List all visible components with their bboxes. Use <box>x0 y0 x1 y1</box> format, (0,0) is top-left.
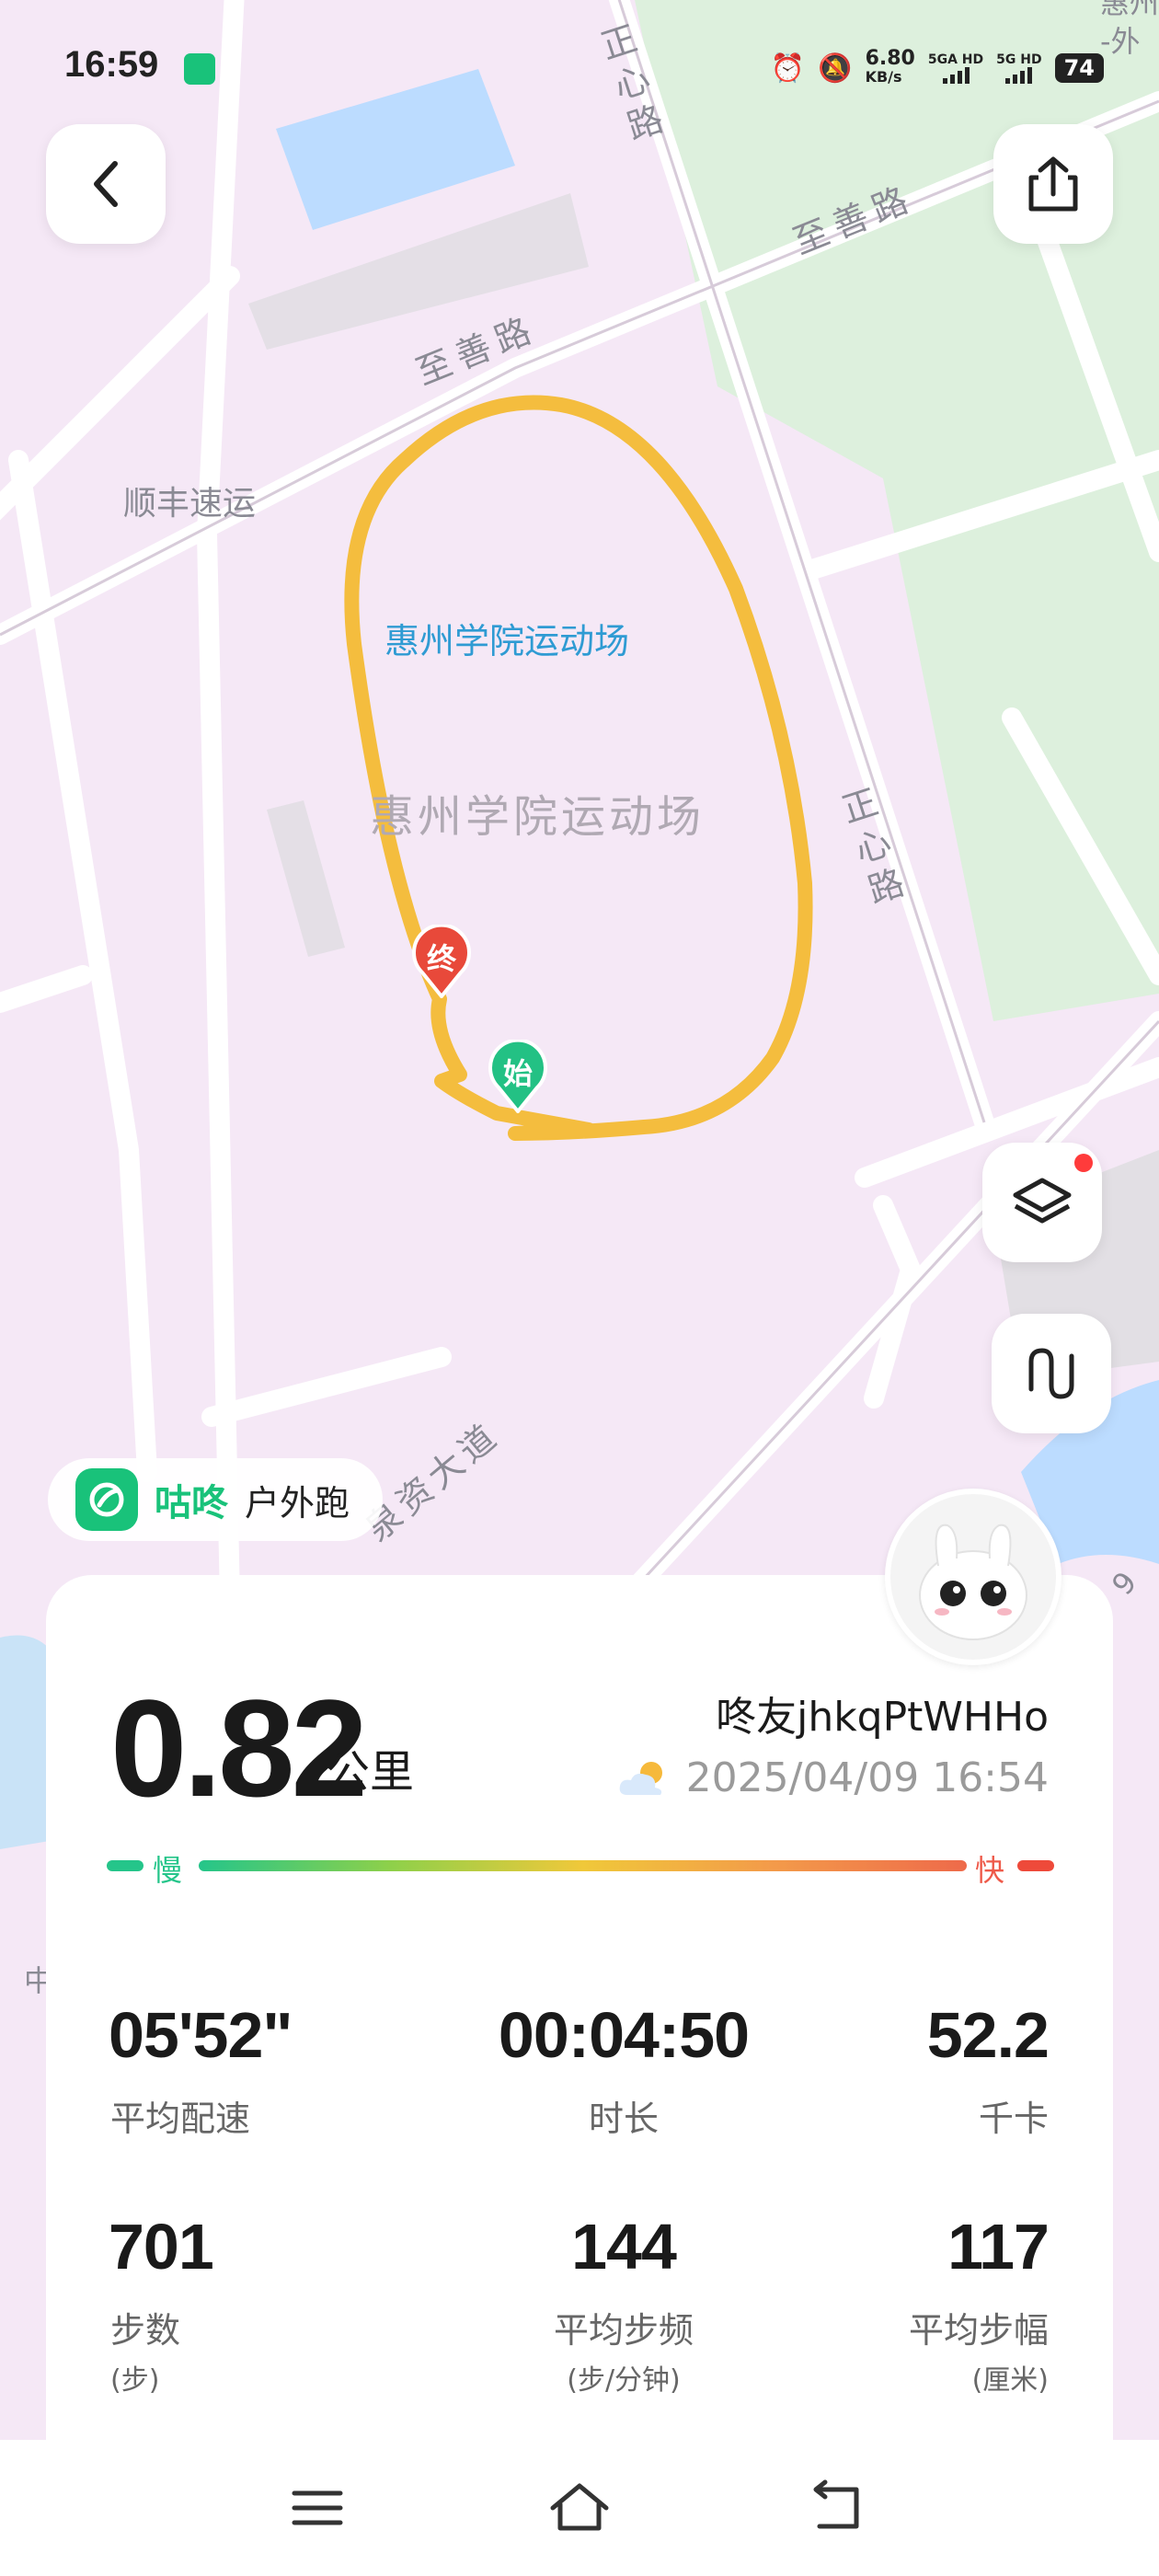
map-layers-button[interactable] <box>982 1143 1102 1262</box>
return-button[interactable] <box>805 2475 869 2539</box>
start-marker[interactable]: 始 <box>486 1038 550 1115</box>
poi-shunfeng: 顺丰速运 <box>123 485 257 523</box>
pace-slow-label: 慢 <box>153 1853 183 1888</box>
route-toggle-icon <box>1028 1348 1074 1399</box>
net-speed-unit: KB/s <box>865 68 902 86</box>
mute-icon: 🔕 <box>818 52 853 85</box>
stat-calories-label: 千卡 <box>978 2099 1049 2139</box>
share-icon <box>1028 156 1078 212</box>
menu-icon <box>292 2490 343 2525</box>
pace-color-legend: 慢 快 <box>107 1847 1054 1888</box>
share-button[interactable] <box>993 124 1113 244</box>
pace-legend-left-bar <box>107 1860 143 1871</box>
stat-calories-value: 52.2 <box>926 1999 1050 2071</box>
route-toggle-button[interactable] <box>992 1314 1111 1433</box>
codoon-logo-icon <box>75 1468 138 1531</box>
system-nav-bar <box>0 2440 1159 2576</box>
sim1-label: 5GA HD <box>927 52 984 67</box>
end-marker-label: 终 <box>426 941 456 976</box>
stat-steps-unit: (步) <box>110 2364 160 2397</box>
venue-label-gray: 惠州学院运动场 <box>370 791 706 843</box>
back-button[interactable] <box>46 124 166 244</box>
pace-legend-right-bar <box>1017 1860 1054 1871</box>
stat-stride-unit: (厘米) <box>971 2364 1049 2397</box>
distance-unit: 公里 <box>326 1746 415 1798</box>
alarm-icon: ⏰ <box>770 52 806 85</box>
weather-icon <box>619 1761 662 1795</box>
notification-app-icon <box>184 53 215 85</box>
stat-cadence-label: 平均步频 <box>553 2310 694 2351</box>
status-bar: 16:59 ⏰ 🔕 6.80 KB/s 5GA HD 5G HD 74 <box>0 0 1159 138</box>
stat-steps-label: 步数 <box>110 2310 181 2351</box>
venue-label-blue: 惠州学院运动场 <box>384 621 630 661</box>
status-time: 16:59 <box>64 44 159 85</box>
end-marker[interactable]: 终 <box>409 923 474 1000</box>
activity-datetime-row: 2025/04/09 16:54 <box>616 1754 1049 1801</box>
pace-fast-label: 快 <box>975 1853 1005 1888</box>
stat-stride-value: 117 <box>947 2211 1050 2283</box>
sim2-label: 5G HD <box>996 52 1042 67</box>
stat-pace-value: 05'52" <box>109 1999 293 2071</box>
stat-pace-label: 平均配速 <box>110 2099 251 2139</box>
sim1-signal-icon <box>942 67 970 84</box>
layers-notification-dot <box>1074 1154 1093 1172</box>
menu-button[interactable] <box>285 2475 350 2539</box>
stat-duration-value: 00:04:50 <box>498 1999 750 2071</box>
start-marker-label: 始 <box>502 1056 533 1091</box>
summary-card: 0.82 公里 咚友jhkqPtWHHo 2025/04/09 16:54 慢 … <box>46 1575 1113 2495</box>
stat-cadence-unit: (步/分钟) <box>567 2364 681 2397</box>
back-icon <box>94 161 118 207</box>
activity-datetime: 2025/04/09 16:54 <box>685 1754 1049 1801</box>
stat-steps-value: 701 <box>109 2211 214 2283</box>
home-icon <box>550 2483 609 2531</box>
pace-gradient-bar <box>199 1860 967 1871</box>
sim2-signal-icon <box>1005 67 1033 84</box>
stat-cadence-value: 144 <box>571 2211 677 2283</box>
return-icon <box>813 2479 859 2529</box>
app-name: 咕咚 <box>155 1482 228 1524</box>
net-speed-value: 6.80 <box>865 47 915 70</box>
activity-type: 户外跑 <box>245 1482 350 1524</box>
battery-level: 74 <box>1054 53 1104 83</box>
stat-duration-label: 时长 <box>588 2099 659 2139</box>
avatar[interactable] <box>885 1489 1061 1665</box>
stat-stride-label: 平均步幅 <box>908 2310 1049 2351</box>
home-button[interactable] <box>547 2475 612 2539</box>
layers-icon <box>1013 1178 1072 1224</box>
app-brand-pill: 咕咚 户外跑 <box>48 1458 384 1541</box>
username: 咚友jhkqPtWHHo <box>716 1694 1049 1741</box>
